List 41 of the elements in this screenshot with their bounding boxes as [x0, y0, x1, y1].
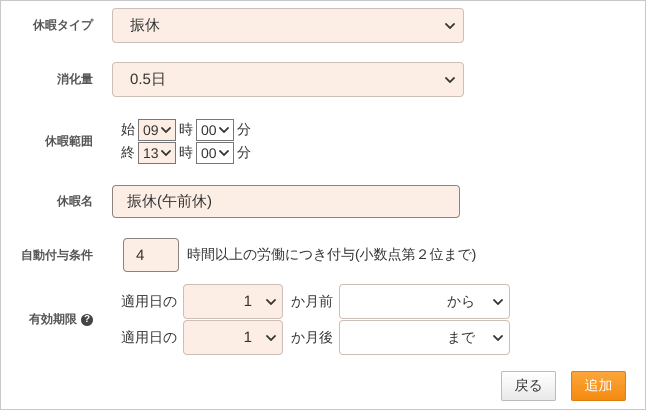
- unit-label: か月前: [291, 292, 333, 310]
- range-label: 始: [121, 121, 135, 139]
- chevron-icon: [266, 298, 276, 304]
- direction-dropdown[interactable]: まで: [339, 320, 510, 355]
- number-field[interactable]: 4: [123, 238, 179, 272]
- field-label: 有効期限: [29, 311, 77, 328]
- chevron-icon: [219, 150, 229, 156]
- minute-dropdown[interactable]: 00: [196, 119, 234, 141]
- unit-label: 時: [179, 121, 193, 139]
- minute-dropdown[interactable]: 00: [196, 142, 234, 164]
- chevron-icon: [493, 334, 503, 340]
- field-label: 休暇名: [57, 193, 93, 210]
- back-button[interactable]: 戻る: [501, 371, 556, 401]
- dropdown[interactable]: 振休: [112, 8, 464, 43]
- field-label: 休暇タイプ: [33, 17, 93, 34]
- field-hint: 時間以上の労働につき付与(小数点第２位まで): [187, 246, 476, 264]
- month-dropdown[interactable]: 1: [183, 284, 283, 319]
- range-label: 終: [121, 144, 135, 162]
- input-field[interactable]: 振休(午前休): [112, 185, 460, 218]
- field-label: 消化量: [57, 71, 93, 88]
- unit-label: 分: [237, 144, 251, 162]
- month-dropdown[interactable]: 1: [183, 320, 283, 355]
- chevron-icon: [266, 334, 276, 340]
- help-icon[interactable]: ?: [81, 314, 93, 326]
- chevron-icon: [493, 298, 503, 304]
- dropdown[interactable]: 0.5日: [112, 62, 464, 97]
- chevron-icon: [445, 22, 455, 28]
- prefix-label: 適用日の: [121, 292, 177, 310]
- unit-label: 時: [179, 144, 193, 162]
- unit-label: 分: [237, 121, 251, 139]
- prefix-label: 適用日の: [121, 328, 177, 346]
- chevron-icon: [161, 127, 171, 133]
- direction-dropdown[interactable]: から: [339, 284, 510, 319]
- chevron-icon: [161, 150, 171, 156]
- hour-dropdown[interactable]: 09: [138, 119, 176, 141]
- chevron-icon: [219, 127, 229, 133]
- unit-label: か月後: [291, 328, 333, 346]
- field-label: 休暇範囲: [45, 133, 93, 150]
- field-label: 自動付与条件: [21, 246, 93, 264]
- chevron-icon: [445, 76, 455, 82]
- hour-dropdown[interactable]: 13: [138, 142, 176, 164]
